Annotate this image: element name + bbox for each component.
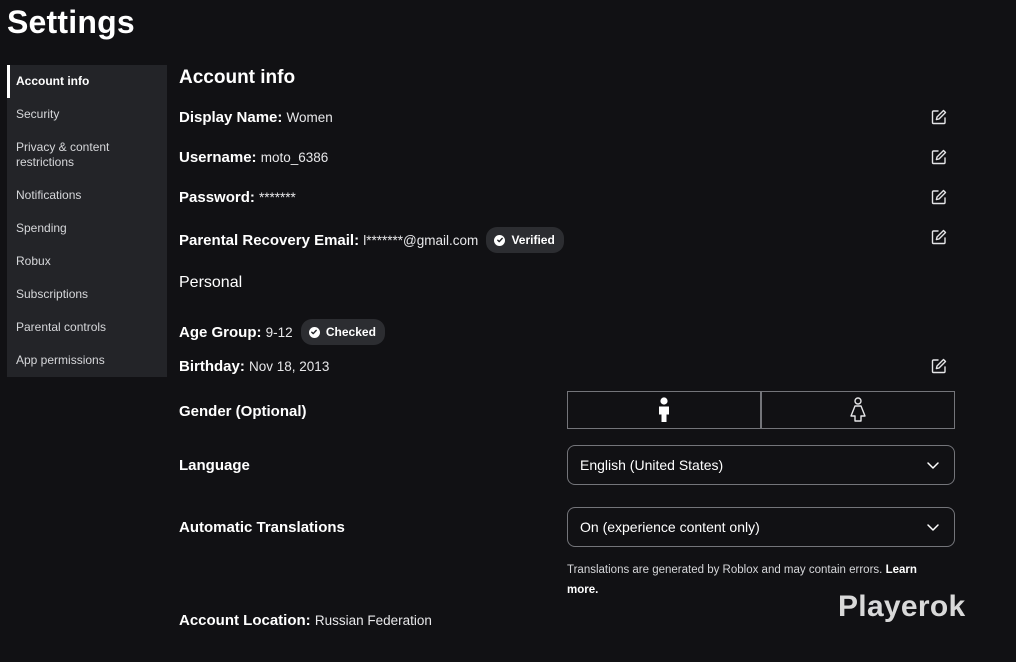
display-name-label: Display Name: bbox=[179, 109, 283, 126]
personal-heading: Personal bbox=[179, 274, 243, 291]
settings-sidebar: Account info Security Privacy & content … bbox=[7, 65, 167, 377]
username-row: Username: moto_6386 bbox=[179, 148, 328, 168]
age-group-value: 9-12 bbox=[265, 324, 293, 340]
verified-badge-label: Verified bbox=[511, 233, 555, 247]
translations-selected: On (experience content only) bbox=[580, 519, 760, 535]
parental-email-label: Parental Recovery Email: bbox=[179, 231, 360, 249]
watermark: Playerok bbox=[838, 590, 966, 623]
edit-display-name-button[interactable] bbox=[930, 108, 948, 126]
edit-pencil-icon bbox=[931, 229, 947, 245]
edit-pencil-icon bbox=[931, 358, 947, 374]
edit-birthday-button[interactable] bbox=[930, 357, 948, 375]
checked-badge: Checked bbox=[300, 319, 385, 345]
gender-selector bbox=[567, 391, 955, 429]
birthday-label: Birthday: bbox=[179, 358, 245, 375]
sidebar-item-notifications[interactable]: Notifications bbox=[7, 188, 167, 203]
language-label: Language bbox=[179, 457, 250, 474]
sidebar-item-robux[interactable]: Robux bbox=[7, 254, 167, 269]
language-dropdown[interactable]: English (United States) bbox=[567, 445, 955, 485]
gender-option-female[interactable] bbox=[762, 391, 955, 429]
section-title: Account info bbox=[179, 67, 296, 88]
chevron-down-icon bbox=[927, 462, 939, 469]
username-value: moto_6386 bbox=[260, 150, 329, 165]
location-row: Account Location: Russian Federation bbox=[179, 611, 432, 631]
birthday-row: Birthday: Nov 18, 2013 bbox=[179, 357, 329, 377]
parental-email-row: Parental Recovery Email: l*******@gmail.… bbox=[179, 227, 564, 254]
check-circle-icon bbox=[308, 326, 320, 338]
translations-note-text: Translations are generated by Roblox and… bbox=[567, 564, 883, 576]
parental-email-value: l*******@gmail.com bbox=[363, 232, 479, 248]
page-title: Settings bbox=[7, 4, 135, 40]
edit-pencil-icon bbox=[931, 109, 947, 125]
edit-parental-email-button[interactable] bbox=[930, 228, 948, 246]
gender-row: Gender (Optional) bbox=[179, 402, 307, 422]
chevron-down-icon bbox=[927, 524, 939, 531]
translations-label: Automatic Translations bbox=[179, 519, 345, 536]
edit-password-button[interactable] bbox=[930, 188, 948, 206]
sidebar-item-parental-controls[interactable]: Parental controls bbox=[7, 320, 167, 335]
gender-option-male[interactable] bbox=[567, 391, 762, 429]
display-name-row: Display Name: Women bbox=[179, 108, 333, 128]
username-label: Username: bbox=[179, 149, 257, 166]
check-circle-icon bbox=[494, 234, 506, 246]
sidebar-item-subscriptions[interactable]: Subscriptions bbox=[7, 287, 167, 302]
checked-badge-label: Checked bbox=[325, 325, 376, 339]
age-group-label: Age Group: bbox=[179, 323, 262, 341]
sidebar-item-account-info[interactable]: Account info bbox=[7, 65, 167, 98]
display-name-value: Women bbox=[286, 110, 333, 125]
settings-page: Settings Account info Security Privacy &… bbox=[0, 0, 1016, 662]
edit-pencil-icon bbox=[931, 149, 947, 165]
location-label: Account Location: bbox=[179, 612, 311, 629]
sidebar-item-privacy[interactable]: Privacy & content restrictions bbox=[7, 140, 127, 170]
verified-badge: Verified bbox=[486, 227, 564, 253]
sidebar-item-app-permissions[interactable]: App permissions bbox=[7, 353, 167, 368]
female-icon bbox=[850, 397, 866, 422]
edit-pencil-icon bbox=[931, 189, 947, 205]
male-icon bbox=[659, 397, 669, 422]
sidebar-item-security[interactable]: Security bbox=[7, 107, 167, 122]
translations-dropdown[interactable]: On (experience content only) bbox=[567, 507, 955, 547]
gender-label: Gender (Optional) bbox=[179, 403, 307, 420]
password-value: ******* bbox=[259, 190, 296, 205]
location-value: Russian Federation bbox=[314, 613, 432, 628]
sidebar-item-spending[interactable]: Spending bbox=[7, 221, 167, 236]
language-row: Language bbox=[179, 456, 250, 476]
age-group-row: Age Group: 9-12 Checked bbox=[179, 319, 385, 346]
birthday-value: Nov 18, 2013 bbox=[249, 359, 330, 374]
language-selected: English (United States) bbox=[580, 457, 724, 473]
translations-row: Automatic Translations bbox=[179, 518, 345, 538]
password-row: Password: ******* bbox=[179, 188, 296, 208]
edit-username-button[interactable] bbox=[930, 148, 948, 166]
password-label: Password: bbox=[179, 189, 255, 206]
